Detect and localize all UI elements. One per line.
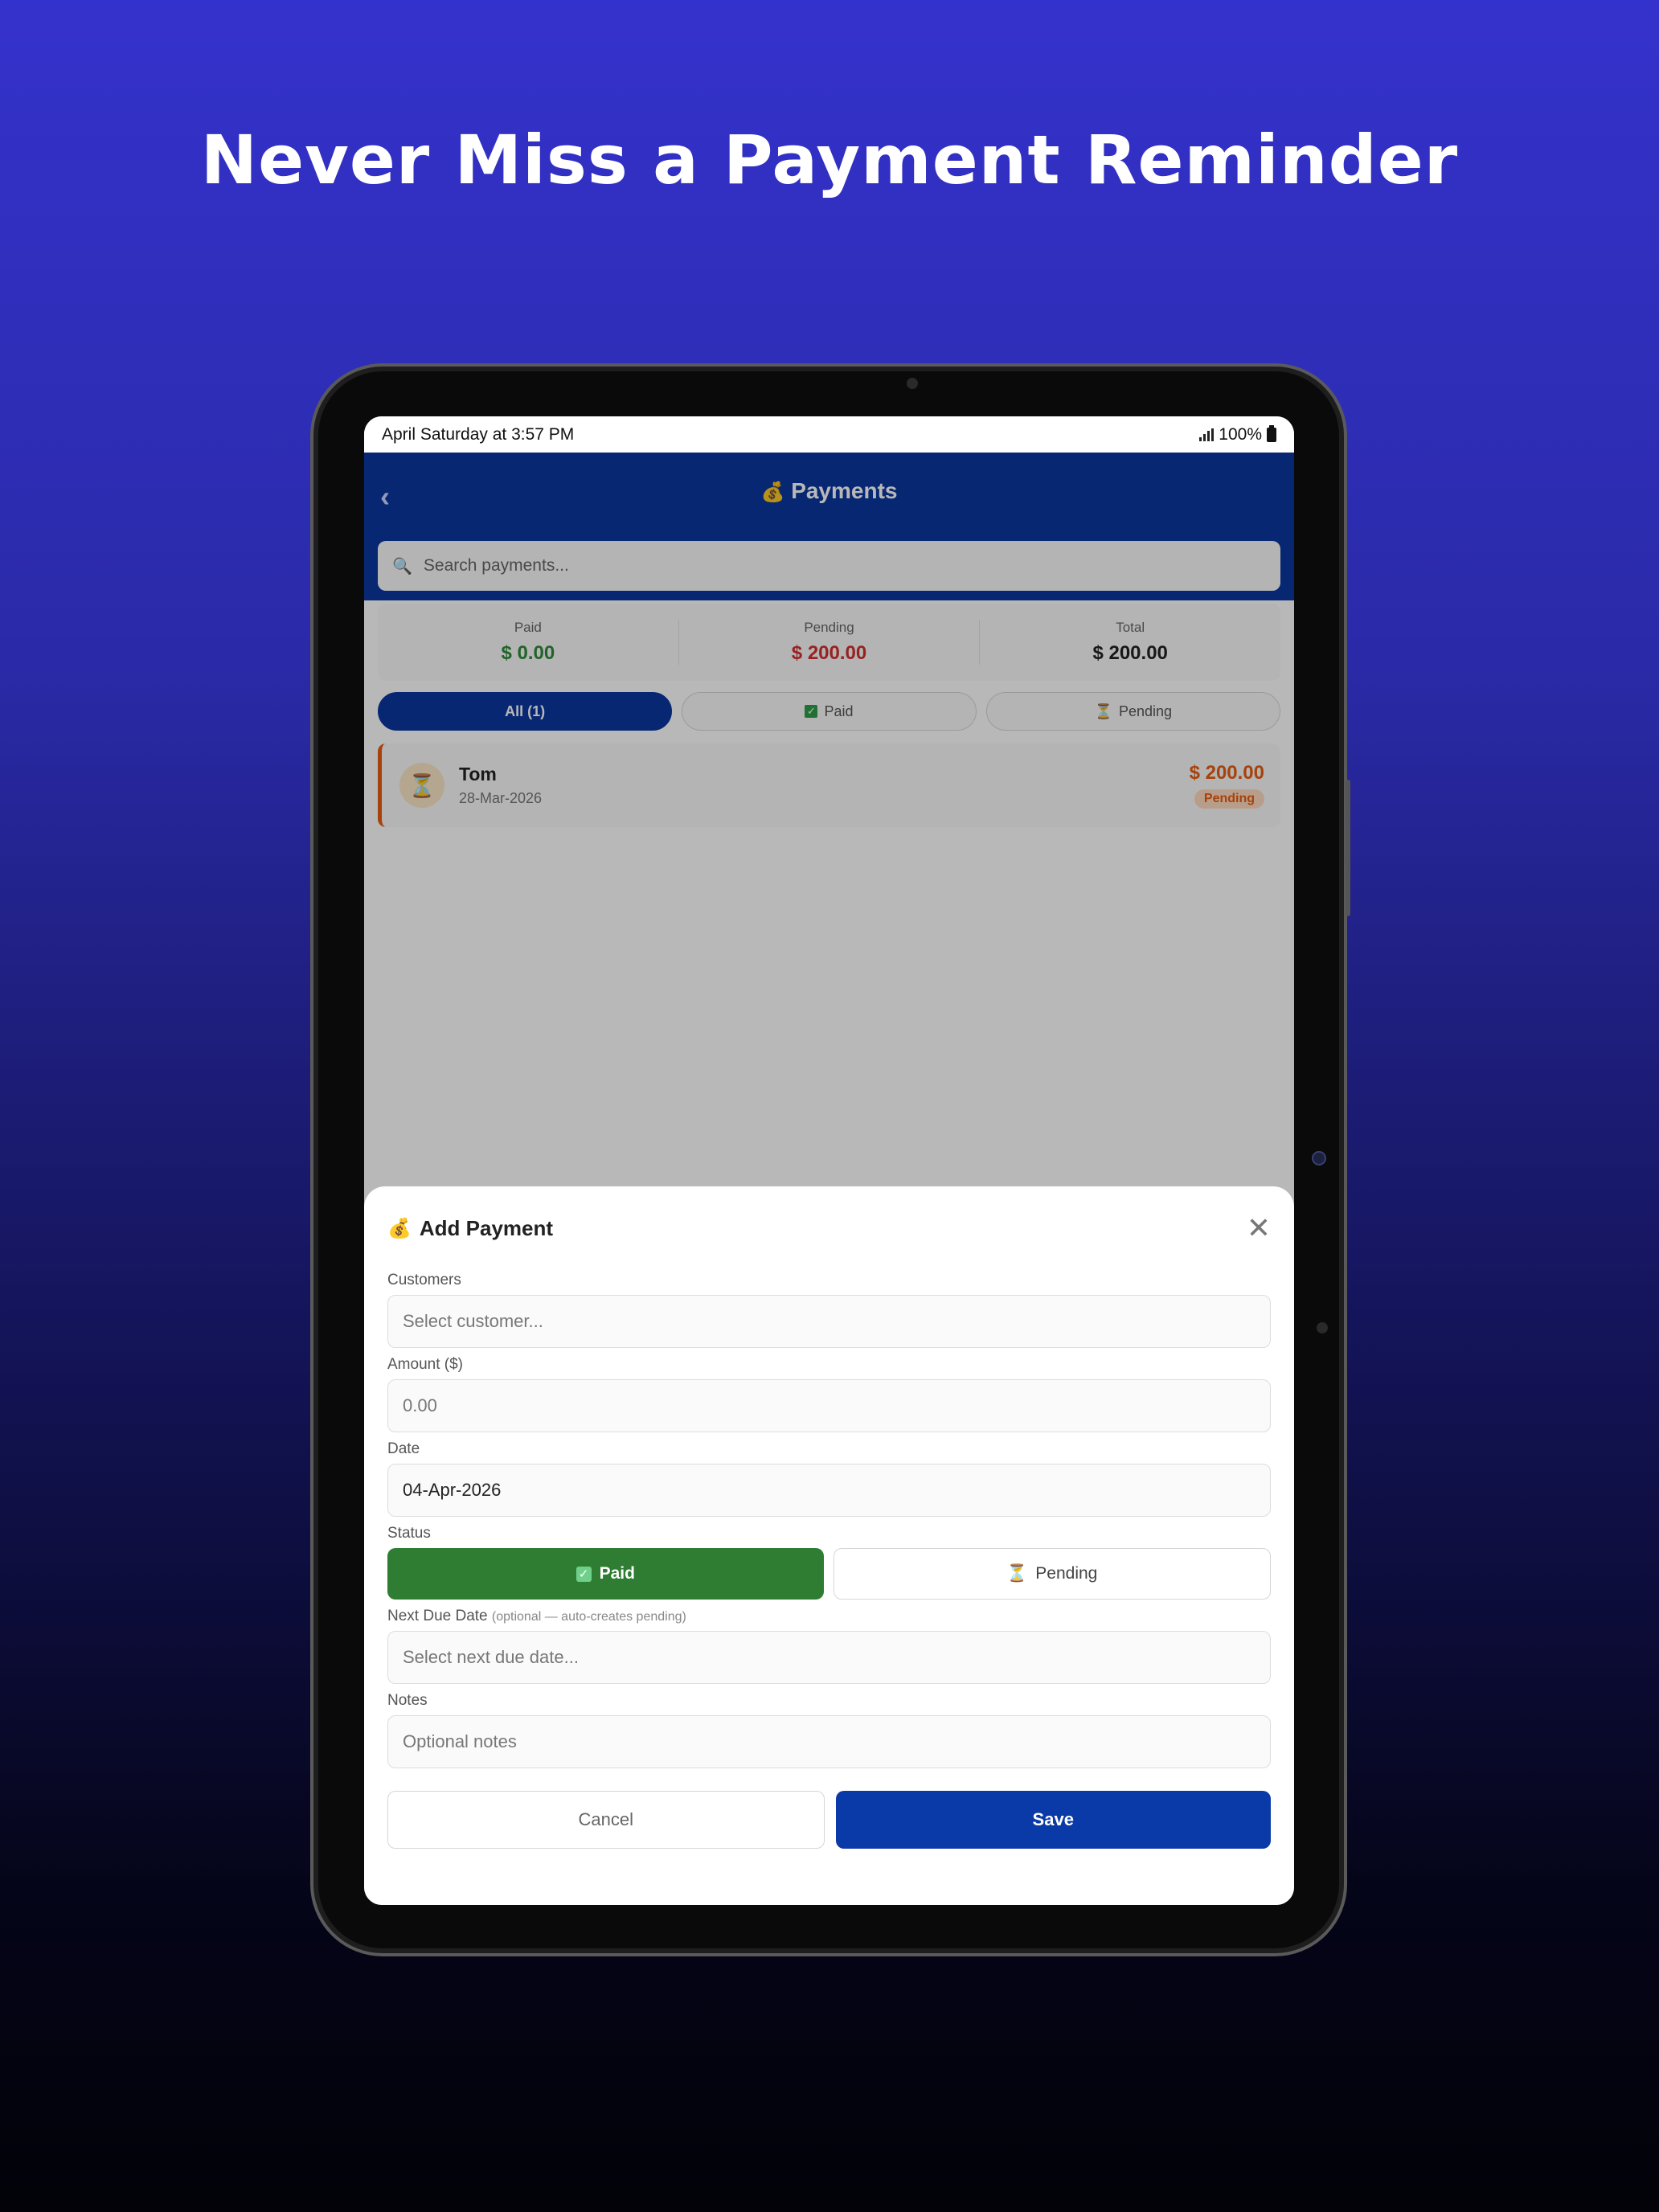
sensor-icon bbox=[1312, 1151, 1326, 1165]
date-label: Date bbox=[387, 1440, 420, 1457]
next-due-label: Next Due Date (optional — auto-creates p… bbox=[387, 1608, 1271, 1625]
sheet-header: 💰 Add Payment ✕ bbox=[387, 1186, 1271, 1264]
sheet-actions: Cancel Save bbox=[387, 1791, 1271, 1849]
status-paid-label: Paid bbox=[599, 1564, 635, 1583]
save-button[interactable]: Save bbox=[835, 1791, 1271, 1849]
side-button bbox=[1346, 780, 1350, 916]
sensor-dot-icon bbox=[1317, 1322, 1328, 1333]
status-pending-button[interactable]: ⏳ Pending bbox=[833, 1548, 1271, 1600]
notes-label: Notes bbox=[387, 1692, 428, 1709]
date-value: 04-Apr-2026 bbox=[403, 1480, 502, 1500]
next-due-label-text: Next Due Date bbox=[387, 1608, 488, 1624]
camera-icon bbox=[907, 378, 918, 389]
screen: April Saturday at 3:57 PM 100% ‹ 💰 Payme… bbox=[364, 416, 1294, 1905]
hourglass-icon: ⏳ bbox=[1006, 1564, 1028, 1583]
signal-icon bbox=[1199, 428, 1215, 441]
notes-placeholder: Optional notes bbox=[403, 1731, 517, 1751]
amount-label: Amount ($) bbox=[387, 1356, 463, 1373]
status-bar: April Saturday at 3:57 PM 100% bbox=[364, 416, 1294, 453]
status-time: April Saturday at 3:57 PM bbox=[382, 424, 575, 444]
notes-input[interactable]: Optional notes bbox=[387, 1715, 1271, 1768]
date-input[interactable]: 04-Apr-2026 bbox=[387, 1464, 1271, 1517]
amount-input[interactable]: 0.00 bbox=[387, 1379, 1271, 1432]
sheet-title-text: Add Payment bbox=[419, 1215, 554, 1240]
customer-select[interactable]: Select customer... bbox=[387, 1295, 1271, 1348]
headline: Never Miss a Payment Reminder bbox=[200, 121, 1459, 199]
close-icon[interactable]: ✕ bbox=[1247, 1211, 1271, 1245]
cancel-button[interactable]: Cancel bbox=[387, 1791, 825, 1849]
sheet-title: 💰 Add Payment bbox=[387, 1216, 553, 1241]
status-pending-label: Pending bbox=[1035, 1564, 1098, 1583]
status-right: 100% bbox=[1199, 424, 1276, 444]
next-due-date-input[interactable]: Select next due date... bbox=[387, 1631, 1271, 1684]
next-due-placeholder: Select next due date... bbox=[403, 1647, 579, 1667]
money-bag-icon: 💰 bbox=[387, 1217, 412, 1239]
check-box-icon: ✓ bbox=[576, 1566, 592, 1582]
status-paid-button[interactable]: ✓ Paid bbox=[387, 1548, 824, 1600]
battery-percent: 100% bbox=[1219, 424, 1262, 444]
customer-placeholder: Select customer... bbox=[403, 1311, 543, 1331]
status-label: Status bbox=[387, 1525, 431, 1542]
battery-icon bbox=[1267, 424, 1276, 442]
amount-placeholder: 0.00 bbox=[403, 1395, 437, 1415]
customers-label: Customers bbox=[387, 1272, 461, 1288]
status-toggle: ✓ Paid ⏳ Pending bbox=[387, 1548, 1271, 1600]
add-payment-sheet: 💰 Add Payment ✕ Customers Select custome… bbox=[364, 1186, 1294, 1905]
next-due-hint: (optional — auto-creates pending) bbox=[491, 1610, 686, 1624]
